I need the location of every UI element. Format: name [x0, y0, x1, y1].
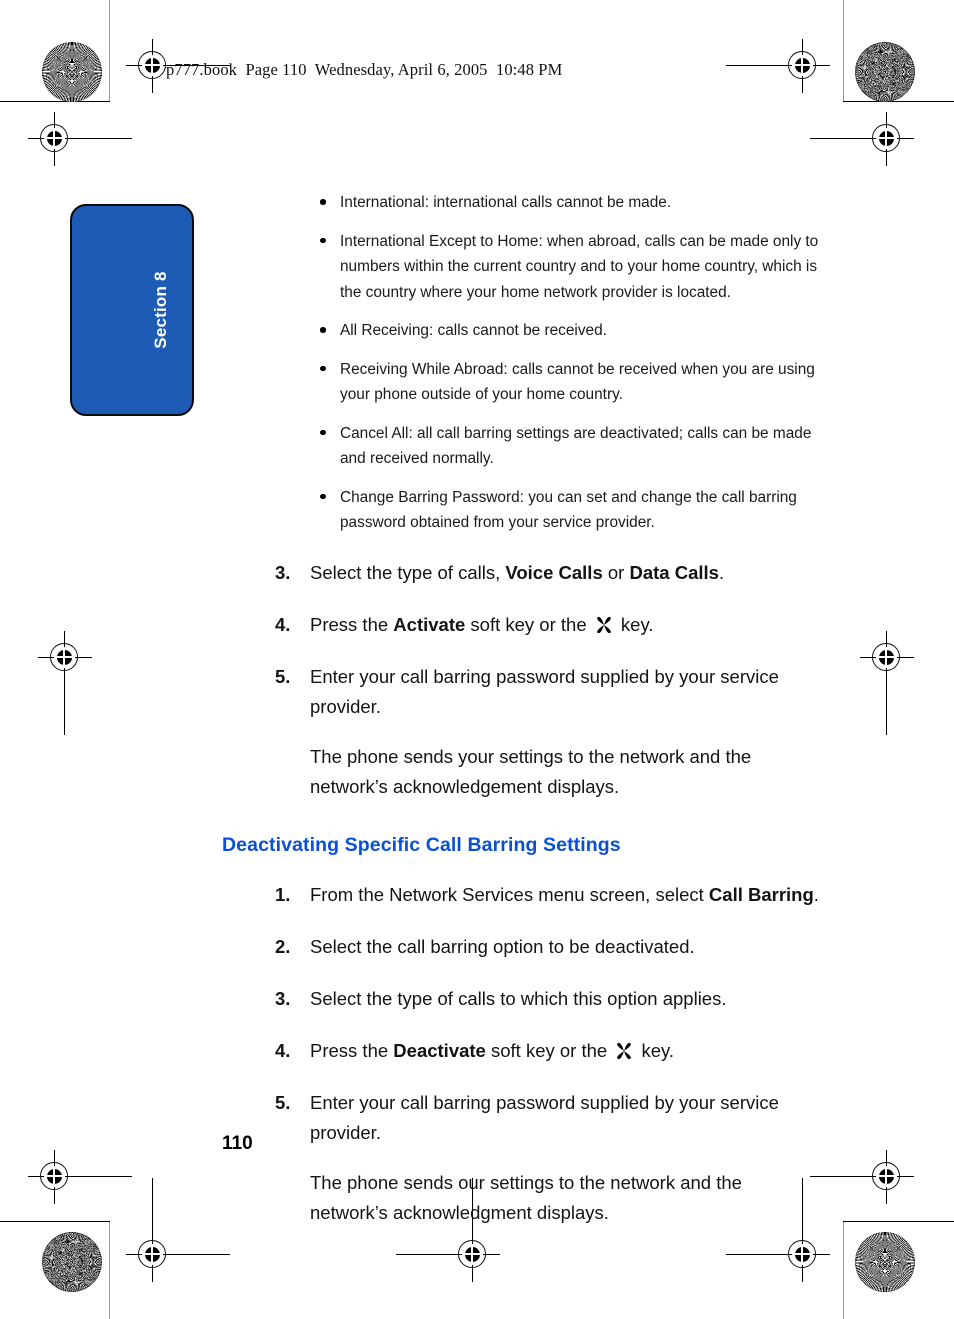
ok-key-icon	[614, 1040, 634, 1060]
trim-rule-bottom-left	[109, 1222, 111, 1319]
step-number: 5.	[275, 665, 291, 687]
paragraph-activating-result: The phone sends your settings to the net…	[310, 745, 752, 797]
bullet-dot-icon	[320, 327, 326, 333]
emphasized-term: Deactivate	[393, 1039, 486, 1061]
step-number: 3.	[275, 987, 291, 1009]
emphasized-term: Voice Calls	[505, 561, 603, 583]
registration-mark-bottom-center	[396, 1178, 500, 1282]
registration-mark-bottom-right	[726, 1178, 830, 1282]
emphasized-term: Call Barring	[708, 883, 814, 905]
list-item-label: Cancel All: all call barring settings ar…	[340, 424, 812, 468]
numbered-step: 3. Select the type of calls to which this…	[222, 984, 822, 1014]
step-number: 5.	[275, 1091, 291, 1113]
registration-mark-mid-right	[860, 631, 914, 735]
trim-rule-bottom-right	[843, 1222, 845, 1319]
page-number: 110	[222, 1133, 253, 1154]
list-item: International Except to Home: when abroa…	[222, 229, 822, 306]
registration-mark-mid-left	[38, 631, 92, 735]
call-barring-options-list: International: international calls canno…	[222, 190, 822, 536]
crop-line-bottom-right	[843, 1221, 954, 1223]
step-number: 3.	[275, 561, 291, 583]
crop-line-top-right	[843, 101, 954, 103]
registration-mark-bottom-left	[126, 1178, 230, 1282]
page-header-info: p777.book Page 110 Wednesday, April 6, 2…	[166, 60, 563, 79]
numbered-step: 2. Select the call barring option to be d…	[222, 932, 822, 962]
ok-key-icon	[594, 614, 614, 634]
step-text: Press the Activate soft key or the key.	[310, 613, 654, 635]
bullet-dot-icon	[320, 365, 326, 371]
list-item: Receiving While Abroad: calls cannot be …	[222, 357, 822, 408]
starburst-mark-bottom-left	[42, 1232, 102, 1292]
list-item-label: Change Barring Password: you can set and…	[340, 488, 797, 532]
paragraph-deactivating-result: The phone sends our settings to the netw…	[310, 1171, 742, 1223]
numbered-step: 4. Press the Deactivate soft key or the k…	[222, 1036, 822, 1066]
list-item-label: International Except to Home: when abroa…	[340, 232, 819, 301]
registration-mark-mid-right-lower	[810, 1150, 914, 1204]
emphasized-term: Activate	[393, 613, 466, 635]
list-item: All Receiving: calls cannot be received.	[222, 318, 822, 344]
step-text: From the Network Services menu screen, s…	[310, 883, 819, 905]
step-number: 4.	[275, 1039, 291, 1061]
starburst-mark-top-right	[855, 42, 915, 102]
numbered-step: 5. Enter your call barring password suppl…	[222, 662, 822, 722]
bullet-dot-icon	[320, 199, 326, 205]
steps-list-deactivating: 1. From the Network Services menu screen,…	[222, 880, 822, 1148]
section-tab-label: Section 8	[151, 271, 170, 349]
sub-heading-deactivating: Deactivating Specific Call Barring Setti…	[222, 833, 621, 856]
starburst-mark-top-left	[42, 42, 102, 102]
list-item: Cancel All: all call barring settings ar…	[222, 421, 822, 472]
steps-list-activating: 3. Select the type of calls, Voice Calls …	[222, 558, 822, 722]
step-number: 2.	[275, 935, 291, 957]
crop-line-top	[0, 101, 110, 103]
bullet-dot-icon	[320, 237, 326, 243]
step-text: Enter your call barring password supplie…	[310, 665, 779, 717]
registration-mark-mid-right-upper	[810, 112, 914, 166]
numbered-step: 4. Press the Activate soft key or the key…	[222, 610, 822, 640]
emphasized-term: Data Calls	[629, 561, 719, 583]
page-content: International: international calls canno…	[222, 190, 822, 1228]
starburst-mark-bottom-right	[855, 1232, 915, 1292]
step-number: 1.	[275, 883, 291, 905]
step-text: Press the Deactivate soft key or the key…	[310, 1039, 675, 1061]
bullet-dot-icon	[320, 429, 326, 435]
step-number: 4.	[275, 613, 291, 635]
numbered-step: 5. Enter your call barring password suppl…	[222, 1088, 822, 1148]
step-text: Enter your call barring password supplie…	[310, 1091, 779, 1143]
trim-rule-top-right	[843, 0, 845, 102]
list-item-label: All Receiving: calls cannot be received.	[340, 322, 607, 339]
numbered-step: 1. From the Network Services menu screen,…	[222, 880, 822, 910]
registration-mark-mid-left-upper	[28, 112, 132, 166]
registration-mark-top-right	[726, 39, 830, 93]
list-item: International: international calls canno…	[222, 190, 822, 216]
step-text: Select the type of calls, Voice Calls or…	[310, 561, 725, 583]
section-tab: Section 8	[70, 204, 194, 416]
step-text: Select the call barring option to be dea…	[310, 935, 695, 957]
trim-rule-top-left	[109, 0, 111, 102]
list-item: Change Barring Password: you can set and…	[222, 485, 822, 536]
step-text: Select the type of calls to which this o…	[310, 987, 727, 1009]
list-item-label: Receiving While Abroad: calls cannot be …	[340, 360, 815, 404]
crop-line-bottom-left	[0, 1221, 110, 1223]
registration-mark-mid-left-lower	[28, 1150, 132, 1204]
list-item-label: International: international calls canno…	[340, 194, 672, 211]
numbered-step: 3. Select the type of calls, Voice Calls …	[222, 558, 822, 588]
bullet-dot-icon	[320, 493, 326, 499]
